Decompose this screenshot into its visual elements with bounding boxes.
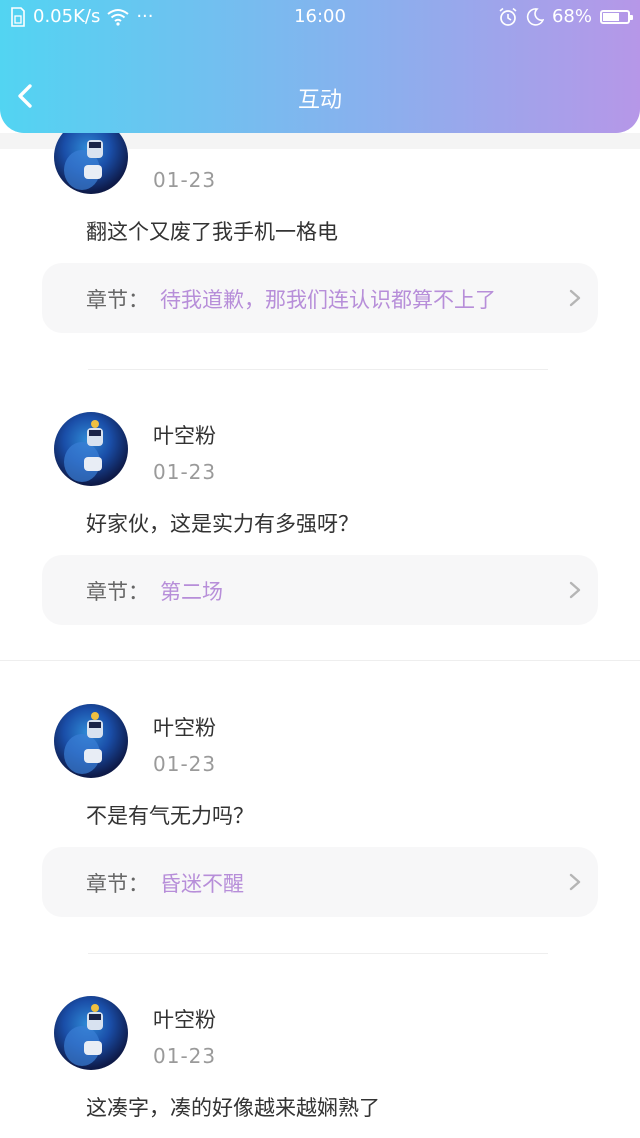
divider (88, 369, 548, 370)
divider (88, 953, 548, 954)
chevron-right-icon (569, 289, 581, 307)
username[interactable]: 叶空粉 (153, 420, 216, 450)
app-header: 0.05K/s ··· 16:00 68% 互动 (0, 0, 640, 133)
alarm-icon (499, 7, 517, 26)
chapter-title: 待我道歉，那我们连认识都算不上了 (160, 288, 496, 312)
chapter-link[interactable]: 章节： 待我道歉，那我们连认识都算不上了 (42, 263, 598, 333)
divider (0, 660, 640, 661)
comment-list[interactable]: 01-23 翻这个又废了我手机一格电 章节： 待我道歉，那我们连认识都算不上了 … (0, 0, 640, 1138)
chapter-label: 章节： (86, 288, 149, 312)
avatar[interactable] (54, 412, 128, 486)
chapter-link[interactable]: 章节： 第二场 (42, 555, 598, 625)
avatar[interactable] (54, 704, 128, 778)
status-bar: 0.05K/s ··· 16:00 68% (0, 0, 640, 34)
avatar[interactable] (54, 996, 128, 1070)
chapter-label: 章节： (86, 580, 149, 604)
username[interactable]: 叶空粉 (153, 712, 216, 742)
chevron-right-icon (569, 873, 581, 891)
comment-text: 好家伙，这是实力有多强呀？ (86, 512, 359, 536)
battery-icon (600, 9, 633, 24)
chapter-link[interactable]: 章节： 昏迷不醒 (42, 847, 598, 917)
comment-text: 不是有气无力吗？ (86, 804, 254, 828)
comment-text: 这凑字，凑的好像越来越娴熟了 (86, 1096, 380, 1120)
comment-date: 01-23 (153, 168, 217, 192)
comment-date: 01-23 (153, 1044, 217, 1068)
comment-date: 01-23 (153, 460, 217, 484)
username[interactable]: 叶空粉 (153, 1004, 216, 1034)
comment-text: 翻这个又废了我手机一格电 (86, 220, 338, 244)
page-title: 互动 (297, 88, 342, 113)
chapter-title: 第二场 (160, 580, 223, 604)
chapter-label: 章节： (86, 872, 149, 896)
chevron-right-icon (569, 581, 581, 599)
comment-date: 01-23 (153, 752, 217, 776)
nav-bar: 互动 (0, 60, 640, 132)
moon-icon (526, 7, 544, 26)
chapter-title: 昏迷不醒 (160, 872, 244, 896)
battery-percent: 68% (551, 6, 592, 27)
